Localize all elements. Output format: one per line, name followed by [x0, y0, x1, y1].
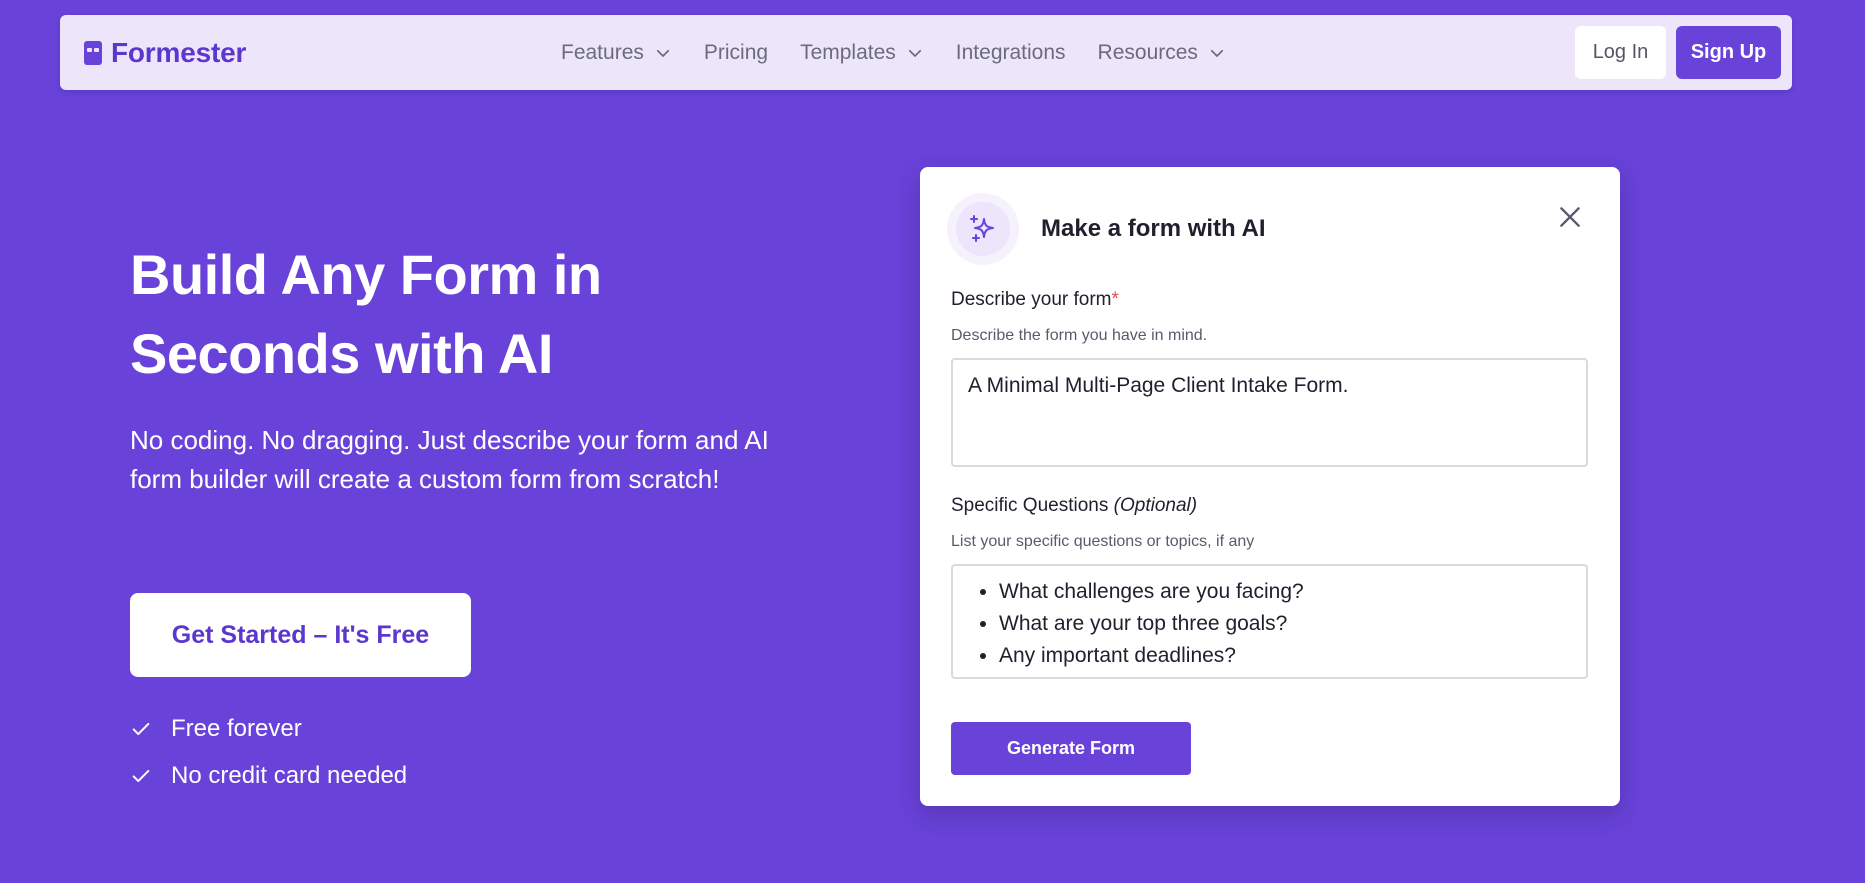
chevron-down-icon [908, 49, 921, 57]
chevron-down-icon [656, 49, 669, 57]
checklist-label: Free forever [171, 714, 302, 742]
logo-text: Formester [111, 36, 247, 68]
logo[interactable]: Formester [84, 15, 246, 90]
ai-icon-inner [956, 202, 1010, 256]
ai-form-modal: Make a form with AI Describe your form* … [920, 167, 1620, 806]
signup-button[interactable]: Sign Up [1676, 26, 1781, 79]
nav-links: Features Pricing Templates Integrations … [561, 15, 1258, 90]
describe-form-label-text: Describe your form [951, 289, 1112, 310]
describe-form-value: A Minimal Multi-Page Client Intake Form. [968, 374, 1349, 397]
feature-checklist: Free forever No credit card needed [130, 705, 407, 799]
get-started-button[interactable]: Get Started – It's Free [130, 593, 471, 677]
nav-item-pricing[interactable]: Pricing [704, 41, 768, 65]
list-item: What challenges are you facing? [999, 576, 1586, 608]
hero-title: Build Any Form in Seconds with AI [130, 243, 602, 385]
checklist-item: Free forever [130, 705, 407, 752]
list-item: What are your top three goals? [999, 608, 1586, 640]
nav-item-resources[interactable]: Resources [1098, 41, 1226, 65]
describe-form-textarea[interactable]: A Minimal Multi-Page Client Intake Form. [951, 358, 1588, 467]
optional-tag: (Optional) [1113, 495, 1198, 516]
hero-subtitle: No coding. No dragging. Just describe yo… [130, 425, 769, 494]
login-button[interactable]: Log In [1575, 26, 1666, 79]
specific-questions-help: List your specific questions or topics, … [951, 533, 1255, 550]
questions-list: What challenges are you facing? What are… [953, 576, 1586, 672]
specific-questions-textarea[interactable]: What challenges are you facing? What are… [951, 564, 1588, 679]
generate-form-button[interactable]: Generate Form [951, 722, 1191, 775]
list-item: Any important deadlines? [999, 640, 1586, 672]
nav-item-label: Resources [1097, 40, 1198, 64]
required-marker: * [1111, 289, 1119, 310]
modal-title: Make a form with AI [1041, 215, 1266, 242]
nav-item-label: Templates [800, 40, 896, 64]
describe-form-help: Describe the form you have in mind. [951, 327, 1208, 344]
nav-item-label: Pricing [703, 40, 769, 64]
specific-questions-label-text: Specific Questions [951, 495, 1109, 516]
check-icon [132, 769, 150, 782]
nav-item-features[interactable]: Features [561, 41, 672, 65]
formester-logo-icon [84, 40, 102, 65]
top-navbar: Formester Features Pricing Templates Int… [60, 15, 1792, 90]
nav-item-templates[interactable]: Templates [800, 41, 924, 65]
checklist-item: No credit card needed [130, 752, 407, 799]
describe-form-label: Describe your form* [951, 289, 1119, 311]
ai-icon-badge [947, 193, 1019, 265]
nav-item-integrations[interactable]: Integrations [956, 41, 1066, 65]
chevron-down-icon [1210, 49, 1224, 57]
nav-item-label: Features [561, 40, 644, 64]
nav-item-label: Integrations [955, 40, 1066, 64]
check-icon [132, 722, 150, 735]
sparkles-icon [970, 215, 994, 242]
checklist-label: No credit card needed [171, 761, 408, 789]
close-icon[interactable] [1557, 204, 1583, 230]
specific-questions-label: Specific Questions (Optional) [951, 495, 1197, 517]
